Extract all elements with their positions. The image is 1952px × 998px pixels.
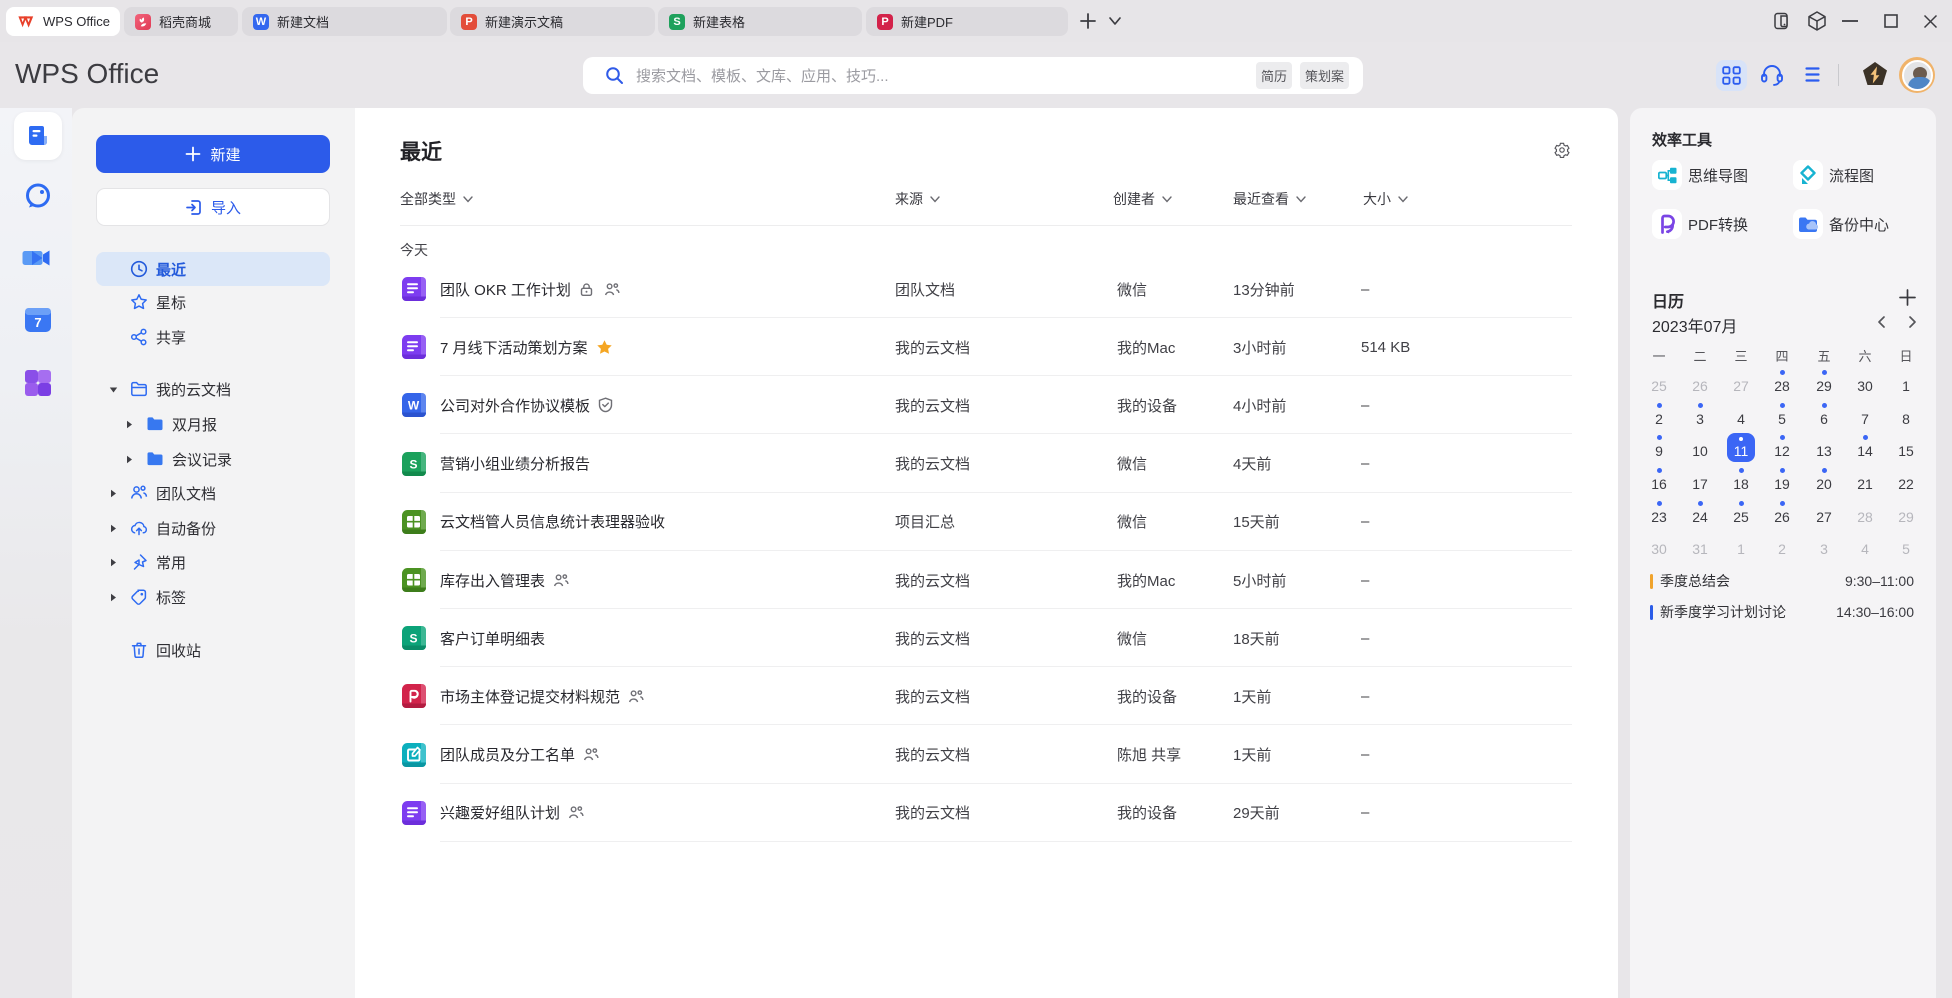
svg-text:W: W <box>408 399 420 413</box>
svg-text:S: S <box>409 457 417 471</box>
svg-text:S: S <box>409 632 417 646</box>
svg-text:7: 7 <box>34 315 41 330</box>
